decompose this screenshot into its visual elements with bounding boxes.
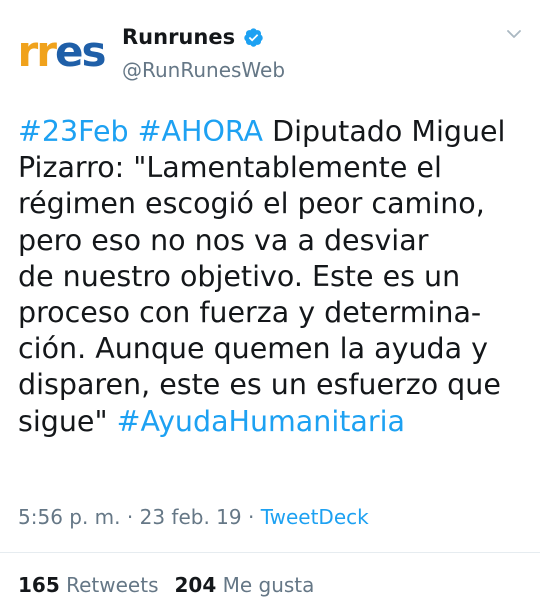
likes-count: 204 bbox=[174, 573, 217, 597]
tweet-time[interactable]: 5:56 p. m. bbox=[18, 505, 121, 529]
likes-stat[interactable]: 204 Me gusta bbox=[174, 573, 314, 597]
tweet-text-segment: proceso con fuerza y determina- bbox=[18, 296, 482, 330]
tweet-meta: 5:56 p. m. · 23 feb. 19 · TweetDeck bbox=[18, 505, 369, 529]
retweets-count: 165 bbox=[18, 573, 60, 597]
tweet-text-segment: ción. Aunque quemen la ayuda y bbox=[18, 332, 488, 366]
tweet-text-line: disparen, este es un esfuerzo que bbox=[18, 367, 528, 403]
avatar-text-blue: es bbox=[54, 27, 107, 76]
author-handle[interactable]: @RunRunesWeb bbox=[122, 58, 285, 82]
tweet-text-line: ción. Aunque quemen la ayuda y bbox=[18, 331, 528, 367]
tweet-text-segment: Diputado Miguel bbox=[263, 115, 506, 148]
tweet-text-line: Pizarro: "Lamentablemente el bbox=[18, 150, 528, 186]
avatar-text-orange: rr bbox=[17, 27, 57, 76]
meta-separator: · bbox=[120, 505, 140, 529]
likes-label: Me gusta bbox=[222, 573, 315, 597]
tweet-text-line: proceso con fuerza y determina- bbox=[18, 295, 528, 331]
retweets-stat[interactable]: 165 Retweets bbox=[18, 573, 158, 597]
hashtag-link[interactable]: #AHORA bbox=[138, 115, 263, 148]
tweet-text-line: régimen escogió el peor camino, bbox=[18, 186, 528, 222]
tweet-text-line: #23Feb #AHORA Diputado Miguel bbox=[18, 114, 528, 150]
divider bbox=[0, 552, 540, 553]
hashtag-link[interactable]: #23Feb bbox=[18, 115, 129, 148]
tweet-text-segment: régimen escogió el peor camino, bbox=[18, 187, 485, 221]
chevron-down-icon[interactable] bbox=[506, 26, 522, 42]
tweet-text-line: de nuestro objetivo. Este es un bbox=[18, 259, 528, 295]
display-name[interactable]: Runrunes bbox=[122, 25, 235, 49]
tweet-card: rr es Runrunes @RunRunesWeb #23Feb #AHORA… bbox=[0, 0, 540, 611]
tweet-source-link[interactable]: TweetDeck bbox=[261, 505, 369, 529]
tweet-text-segment bbox=[129, 115, 138, 148]
tweet-text-segment: disparen, este es un esfuerzo que bbox=[18, 368, 501, 402]
tweet-text-segment: sigue" bbox=[18, 404, 117, 438]
author-name-row[interactable]: Runrunes bbox=[122, 20, 264, 54]
tweet-text-segment: Pizarro: "Lamentablemente el bbox=[18, 151, 442, 185]
meta-separator: · bbox=[241, 505, 261, 529]
tweet-text-line: sigue" #AyudaHumanitaria bbox=[18, 404, 528, 440]
tweet-stats: 165 Retweets 204 Me gusta bbox=[18, 573, 314, 597]
tweet-text-segment: pero eso no nos va a desviar bbox=[18, 223, 429, 257]
hashtag-link[interactable]: #AyudaHumanitaria bbox=[117, 405, 405, 438]
tweet-text: #23Feb #AHORA Diputado Miguel Pizarro: "L… bbox=[18, 114, 528, 440]
verified-badge-icon bbox=[244, 27, 263, 47]
tweet-text-line: pero eso no nos va a desviar bbox=[18, 223, 528, 259]
tweet-date[interactable]: 23 feb. 19 bbox=[140, 505, 242, 529]
tweet-text-segment: de nuestro objetivo. Este es un bbox=[18, 259, 461, 293]
retweets-label: Retweets bbox=[66, 573, 159, 597]
avatar[interactable]: rr es bbox=[17, 22, 107, 82]
